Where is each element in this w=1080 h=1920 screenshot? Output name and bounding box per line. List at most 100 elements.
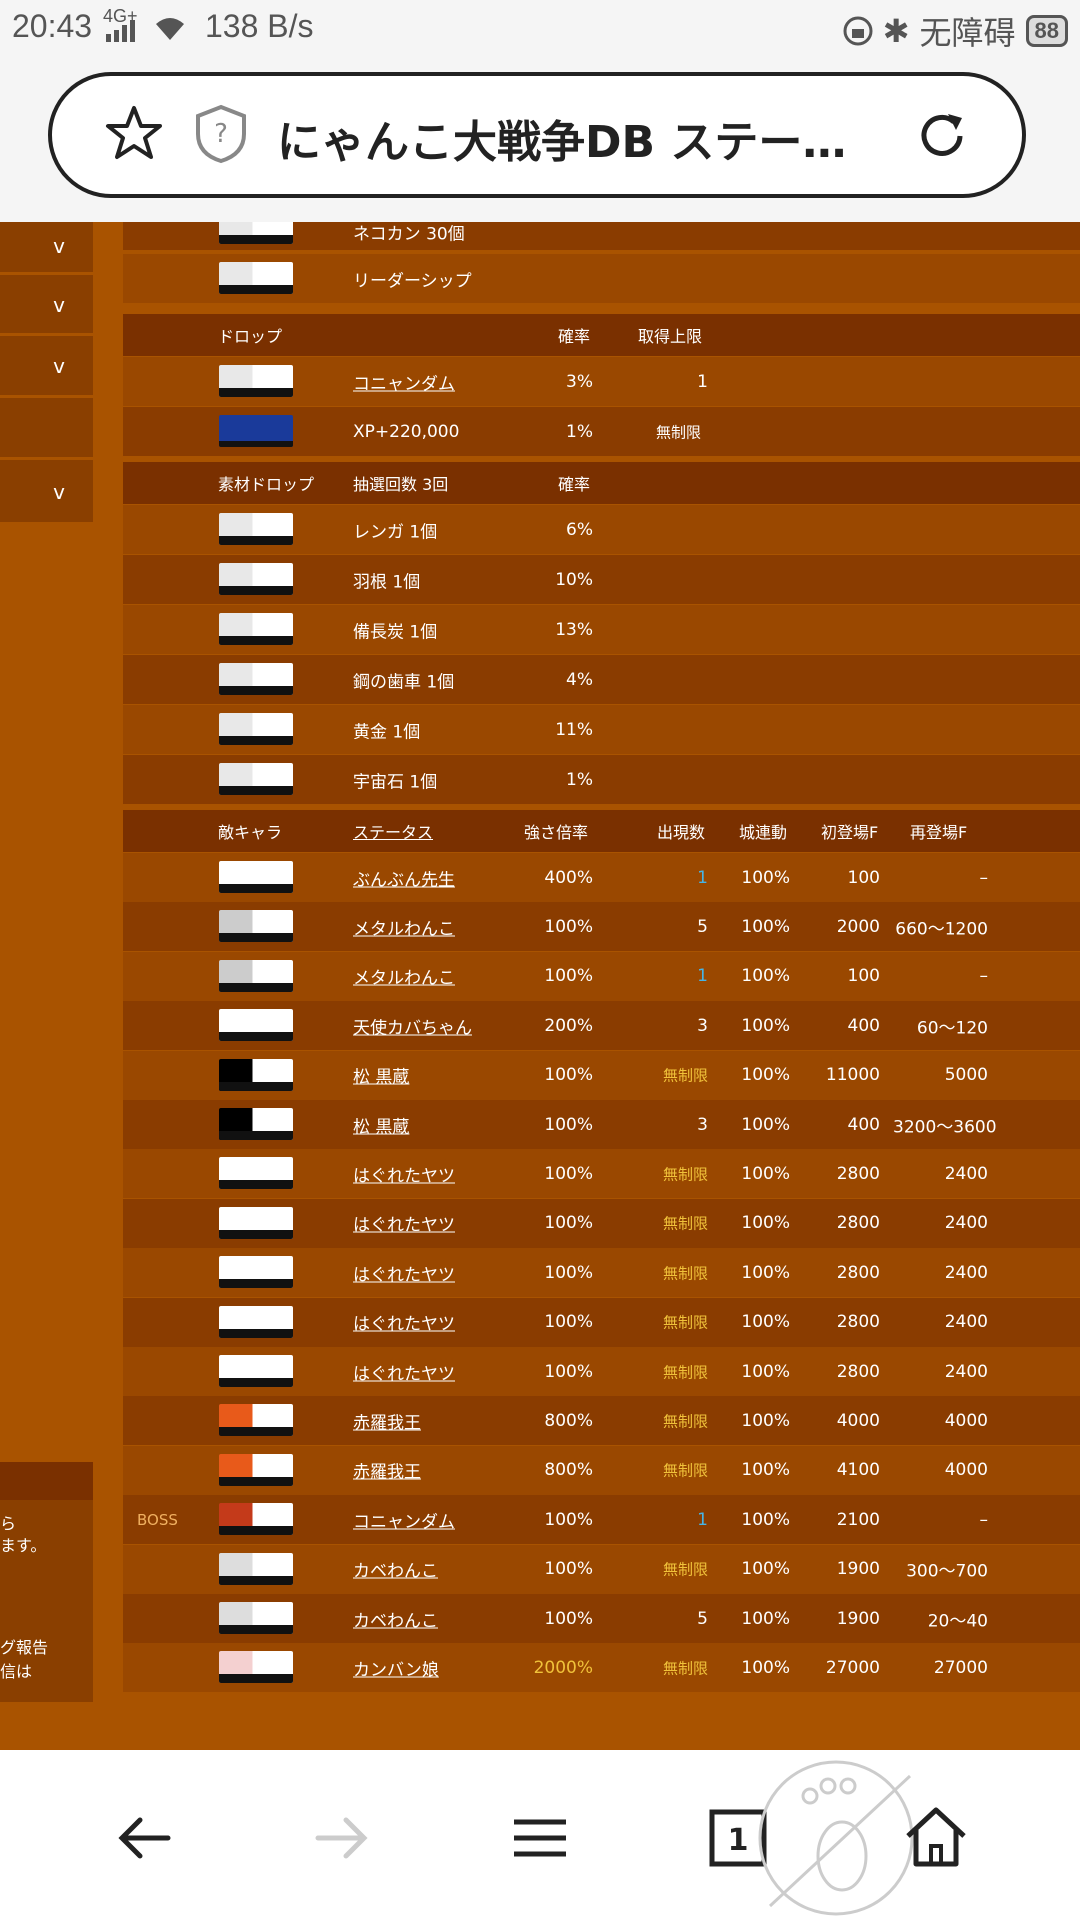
enemy-castle: 100% [741,1509,790,1530]
item-name: ネコカン 30個 [353,224,465,245]
table-header: 敵キャラ ステータス 強さ倍率 出現数 城連動 初登場F 再登場F [123,810,1080,852]
side-menu-item[interactable]: v [0,336,93,395]
enemy-table: 敵キャラ ステータス 強さ倍率 出現数 城連動 初登場F 再登場F ぶんぶん先生… [123,810,1080,1710]
network-speed: 138 B/s [205,8,314,44]
side-menu-item[interactable]: v [0,460,93,522]
enemy-count: 3 [697,1015,708,1036]
material-icon [219,663,293,695]
enemy-link[interactable]: メタルわんこ [353,914,455,939]
reload-icon[interactable] [912,106,972,166]
enemy-row: ぶんぶん先生 400% 1 100% 100 – [123,853,1080,902]
enemy-link[interactable]: 天使カバちゃん [353,1013,472,1038]
enemy-link[interactable]: メタルわんこ [353,964,455,989]
enemy-count[interactable]: 1 [603,1510,708,1530]
enemy-first: 2100 [836,1509,880,1530]
enemy-link[interactable]: ぶんぶん先生 [353,865,455,890]
chevron-down-icon: v [53,293,65,317]
enemy-row: カベわんこ 100% 無制限 100% 1900 300～700 [123,1544,1080,1594]
side-menu-item[interactable]: v [0,275,93,333]
enemy-re: 2400 [944,1361,988,1382]
enemy-link[interactable]: 赤羅我王 [353,1458,421,1483]
enemy-link[interactable]: はぐれたヤツ [353,1310,455,1335]
table-header: ドロップ 確率 取得上限 [123,314,1080,356]
table-row: 羽根 1個 10% [123,555,1080,604]
menu-icon[interactable] [500,1798,580,1878]
item-icon [219,365,293,397]
enemy-multiplier: 100% [544,1559,593,1580]
enemy-re: 27000 [933,1657,988,1678]
material-icon [219,613,293,645]
drop-limit: 無制限 [656,423,702,441]
enemy-link[interactable]: カベわんこ [353,1606,438,1631]
page-title[interactable]: にゃんこ大戦争DB ステー… [277,106,927,170]
enemy-icon [219,1651,293,1684]
enemy-count: 無制限 [662,1066,708,1085]
enemy-multiplier: 2000% [533,1657,593,1678]
enemy-first: 400 [847,1015,880,1036]
enemy-icon [219,1404,293,1437]
enemy-re: 2400 [944,1262,988,1283]
enemy-row: 松 黒蔵 100% 無制限 100% 11000 5000 [123,1050,1080,1100]
drop-rate: 1% [566,421,593,442]
material-icon [219,513,293,545]
enemy-first: 100 [847,867,880,888]
header-status[interactable]: ステータス [353,819,433,843]
enemy-row: はぐれたヤツ 100% 無制限 100% 2800 2400 [123,1297,1080,1347]
back-arrow-icon[interactable] [104,1798,184,1878]
table-row: レンガ 1個 6% [123,505,1080,554]
table-row: 宇宙石 1個 1% [123,755,1080,804]
header-castle: 城連動 [739,823,788,842]
enemy-multiplier: 100% [544,1312,593,1333]
svg-text:1: 1 [728,1823,749,1858]
enemy-link[interactable]: コニャンダム [353,1507,455,1532]
material-name: 鋼の歯車 1個 [353,672,455,692]
table-row: 備長炭 1個 13% [123,605,1080,654]
side-menu-item[interactable] [0,398,93,457]
address-bar[interactable]: ? にゃんこ大戦争DB ステー… [48,72,1026,198]
enemy-link[interactable]: はぐれたヤツ [353,1260,455,1285]
enemy-first: 27000 [825,1657,880,1678]
security-shield-icon[interactable]: ? [194,104,248,164]
enemy-count: 無制限 [662,1461,708,1480]
enemy-link[interactable]: はぐれたヤツ [353,1359,455,1384]
enemy-row: 赤羅我王 800% 無制限 100% 4000 4000 [123,1396,1080,1446]
enemy-link[interactable]: 松 黒蔵 [353,1112,409,1137]
enemy-link[interactable]: カンバン娘 [353,1655,439,1680]
enemy-re: – [979,1509,989,1530]
enemy-castle: 100% [741,916,790,937]
side-note-box: ら ます。 グ報告 信は [0,1462,93,1702]
enemy-row: BOSS コニャンダム 100% 1 100% 2100 – [123,1495,1080,1545]
enemy-castle: 100% [741,1114,790,1135]
enemy-first: 1900 [836,1559,880,1580]
material-icon [219,713,293,745]
enemy-count[interactable]: 1 [603,868,708,888]
table-header: 素材ドロップ 抽選回数 3回 確率 [123,462,1080,504]
enemy-count: 無制限 [662,1214,708,1233]
enemy-icon [219,1552,293,1585]
enemy-count[interactable]: 1 [603,966,708,986]
enemy-link[interactable]: カベわんこ [353,1557,438,1582]
material-name: 羽根 1個 [353,572,421,592]
bookmark-star-icon[interactable] [104,104,164,164]
header-re: 再登場F [910,823,968,842]
side-note-text: ます。 [0,1536,47,1555]
enemy-link[interactable]: はぐれたヤツ [353,1211,455,1236]
header-count: 出現数 [657,823,706,842]
side-menu-item[interactable]: v [0,222,93,272]
enemy-first: 400 [847,1114,880,1135]
enemy-link[interactable]: 赤羅我王 [353,1408,421,1433]
enemy-re: 2400 [944,1163,988,1184]
enemy-re: 2400 [944,1312,988,1333]
enemy-row: メタルわんこ 100% 5 100% 2000 660～1200 [123,902,1080,952]
enemy-first: 2800 [836,1163,880,1184]
material-name: 備長炭 1個 [353,622,438,642]
item-link[interactable]: コニャンダム [353,369,455,394]
enemy-castle: 100% [741,1262,790,1283]
forward-arrow-icon[interactable] [302,1798,382,1878]
enemy-link[interactable]: はぐれたヤツ [353,1161,455,1186]
home-icon[interactable] [896,1798,976,1878]
enemy-first: 1900 [836,1608,880,1629]
enemy-multiplier: 100% [544,1114,593,1135]
enemy-link[interactable]: 松 黒蔵 [353,1063,409,1088]
enemy-icon [219,1305,293,1338]
